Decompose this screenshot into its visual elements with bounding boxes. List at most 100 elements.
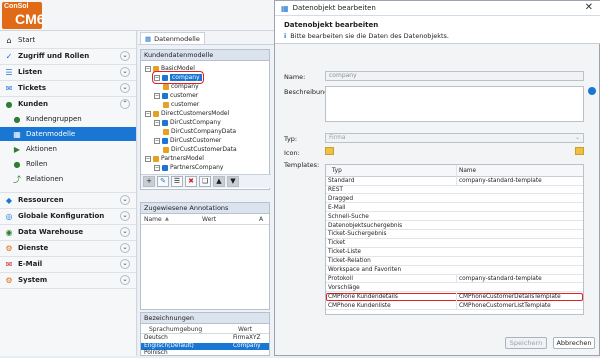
sidebar-item-start[interactable]: ⌂ Start [0,33,136,47]
template-row[interactable]: Schnell-Suche [326,213,583,222]
sidebar-section-email[interactable]: ✉ E-Mail ⌄ [0,257,136,271]
sidebar-section-globale-konfiguration[interactable]: ◎ Globale Konfiguration ⌄ [0,209,136,223]
template-row[interactable]: CMPhone Kundenliste CMPhoneCustomerListTe… [326,301,583,311]
tree-node[interactable]: − PartnersModel [145,154,204,163]
collapse-toggle-icon[interactable]: − [154,137,160,144]
delete-button[interactable]: ✖ [185,176,197,187]
collapse-toggle-icon[interactable]: − [145,65,151,72]
sidebar-item-relationen[interactable]: ⤴ Relationen [0,172,136,186]
app-logo[interactable]: ConSol CM6 [2,2,45,29]
model-icon [153,155,159,162]
collapse-toggle-icon[interactable]: − [145,110,151,117]
label-row[interactable]: Deutsch FirmaXYZ [141,335,269,343]
template-type: CMPhone Kundenliste [328,302,391,309]
template-row[interactable]: Ticket-Liste [326,248,583,257]
open-folder-icon[interactable] [575,147,584,155]
sidebar-item-aktionen[interactable]: ▶ Aktionen [0,142,136,156]
tree-node[interactable]: − DirectCustomersModel [145,109,229,118]
template-row[interactable]: E-Mail [326,204,583,213]
column-header[interactable]: Name [144,216,162,223]
template-row[interactable]: Standard company-standard-template [326,177,583,186]
collapse-toggle-icon[interactable]: − [154,119,160,126]
label-row[interactable]: Polnisch [141,350,269,358]
type-select-value: Firma [329,134,346,141]
database-icon: ◉ [5,227,13,237]
chevron-down-icon[interactable]: ⌄ [120,67,130,77]
sidebar-section-kunden[interactable]: ● Kunden ⌃ [0,97,136,111]
name-field[interactable]: company [325,71,584,81]
close-icon[interactable]: ✕ [585,2,593,13]
tree-node[interactable]: − PartnersCompany [154,163,223,171]
chevron-down-icon[interactable]: ⌄ [120,83,130,93]
tree-node[interactable]: − DirCustCustomer [154,136,221,145]
cancel-button[interactable]: Abbrechen [553,337,595,349]
chevron-down-icon[interactable]: ⌄ [120,211,130,221]
template-row[interactable]: Datenobjektsuchergebnis [326,222,583,231]
tree-node[interactable]: − customer [154,91,198,100]
collapse-toggle-icon[interactable]: − [154,74,160,81]
template-row[interactable]: Ticket [326,239,583,248]
template-row[interactable]: Dragged [326,195,583,204]
list-button[interactable]: ☰ [171,176,183,187]
description-field[interactable] [325,86,584,122]
sidebar-item-rollen[interactable]: ● Rollen [0,157,136,171]
sidebar-section-system[interactable]: ⚙ System ⌄ [0,273,136,287]
collapse-toggle-icon[interactable]: − [154,164,160,171]
chevron-down-icon[interactable]: ⌄ [120,275,130,285]
sidebar-item-label: Kundengruppen [26,115,82,123]
tree-node[interactable]: − DirCustCompany [154,118,221,127]
tree-node[interactable]: − BasicModel [145,64,195,73]
sidebar-section-label: Dienste [18,244,49,252]
template-row[interactable]: Workspace and Favoriten [326,266,583,275]
tree-node-label: customer [170,92,199,99]
label-row[interactable]: Englisch(Default) Company [141,342,269,350]
column-header[interactable]: Wert [238,326,252,333]
sidebar-section-zugriff[interactable]: ✓ Zugriff und Rollen ⌄ [0,49,136,63]
edit-button[interactable]: ✎ [157,176,169,187]
templates-header-row: Typ Name [326,165,583,177]
move-down-button[interactable]: ▼ [227,176,239,187]
template-row[interactable]: CMPhone Kundendetails CMPhoneCustomerDeta… [326,292,583,302]
column-header[interactable]: Wert [202,216,216,223]
collapse-toggle-icon[interactable]: − [145,155,151,162]
save-button[interactable]: Speichern [505,337,547,349]
add-button[interactable]: + [143,176,155,187]
tree-node[interactable]: − company [152,71,204,84]
tree-node[interactable]: company [163,82,199,91]
template-row[interactable]: Vorschläge [326,284,583,293]
template-row[interactable]: REST [326,186,583,195]
chevron-down-icon[interactable]: ⌄ [120,227,130,237]
sidebar-section-listen[interactable]: ☰ Listen ⌄ [0,65,136,79]
tab-datenmodelle[interactable]: ▦ Datenmodelle [140,32,205,44]
template-row[interactable]: Ticket-Relation [326,257,583,266]
column-header[interactable]: A [259,216,263,223]
chevron-up-icon[interactable]: ⌃ [120,99,130,109]
collapse-toggle-icon[interactable]: − [154,92,160,99]
tree-node[interactable]: DirCustCustomerData [163,145,237,154]
tree-node[interactable]: DirCustCompanyData [163,127,236,136]
sidebar-item-kundengruppen[interactable]: ● Kundengruppen [0,112,136,126]
dialog-header: Datenobjekt bearbeiten i Bitte bearbeite… [275,16,600,44]
tree-node[interactable]: customer [163,100,199,109]
column-header[interactable]: Typ [328,165,453,177]
translate-globe-icon[interactable] [588,87,596,95]
sidebar-section-tickets[interactable]: ✉ Tickets ⌄ [0,81,136,95]
move-up-button[interactable]: ▲ [213,176,225,187]
sidebar-section-ressourcen[interactable]: ◆ Ressourcen ⌄ [0,193,136,207]
column-header[interactable]: Name [456,165,581,177]
sidebar-section-data-warehouse[interactable]: ◉ Data Warehouse ⌄ [0,225,136,239]
sidebar-section-dienste[interactable]: ⚙ Dienste ⌄ [0,241,136,255]
chevron-down-icon[interactable]: ⌄ [120,243,130,253]
copy-button[interactable]: ❏ [199,176,211,187]
template-icon [162,92,168,99]
template-row[interactable]: Protokoll company-standard-template [326,274,583,284]
type-select[interactable]: Firma ⌄ [325,133,584,143]
sidebar-item-label: Aktionen [26,145,57,153]
annotations-panel: Zugewiesene Annotations Name ▲ Wert A [140,202,270,310]
column-header[interactable]: Sprachumgebung [149,326,202,333]
chevron-down-icon[interactable]: ⌄ [120,195,130,205]
chevron-down-icon[interactable]: ⌄ [120,51,130,61]
chevron-down-icon[interactable]: ⌄ [120,259,130,269]
sidebar-item-datenmodelle[interactable]: ▦ Datenmodelle [0,127,136,141]
template-row[interactable]: Ticket-Suchergebnis [326,230,583,239]
